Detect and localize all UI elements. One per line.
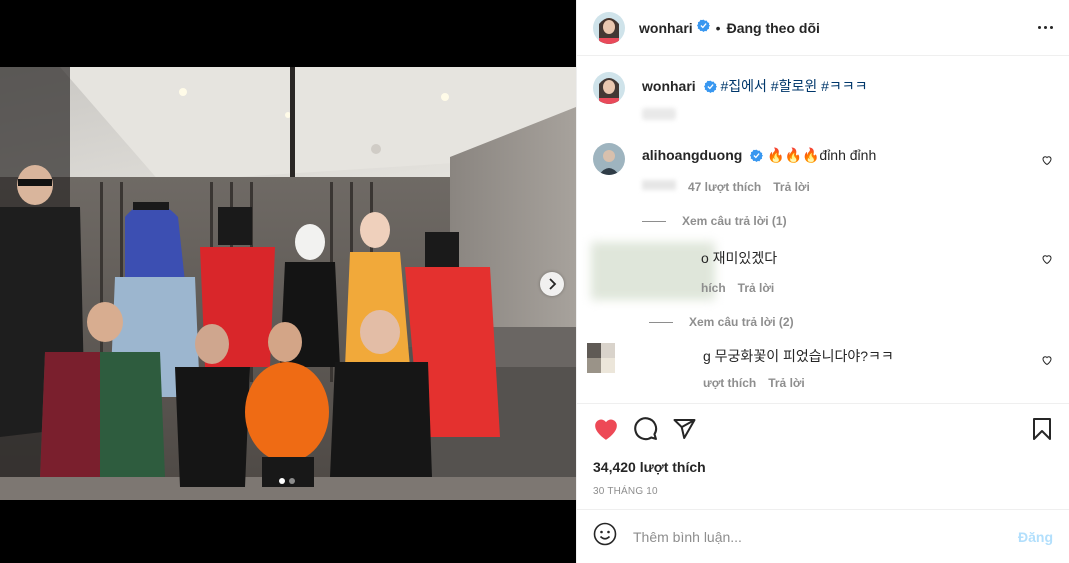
header-username[interactable]: wonhari — [639, 20, 693, 36]
avatar[interactable] — [593, 11, 625, 44]
view-replies-button[interactable]: Xem câu trả lời (2) — [649, 315, 794, 329]
comment-icon[interactable] — [633, 416, 658, 446]
comment-likes[interactable]: 47 lượt thích — [688, 180, 761, 194]
pixelated-avatar — [587, 343, 615, 373]
caption: wonhari #집에서 #할로윈 #ㅋㅋㅋ — [593, 72, 1053, 104]
comment-text: 🔥🔥🔥đỉnh đỉnh — [767, 147, 877, 163]
divider — [642, 220, 666, 222]
heart-icon[interactable] — [1041, 252, 1053, 270]
verified-badge-icon — [696, 19, 710, 37]
carousel-dot — [289, 478, 295, 484]
reply-button[interactable]: Trả lời — [738, 281, 775, 295]
add-comment-bar: Đăng — [577, 509, 1069, 563]
following-button[interactable]: Đang theo dõi — [727, 20, 820, 36]
caption-avatar[interactable] — [593, 72, 625, 104]
blurred-avatar — [591, 242, 715, 300]
post-header: wonhari • Đang theo dõi — [577, 0, 1069, 56]
caption-username[interactable]: wonhari — [642, 78, 696, 94]
view-replies-label: Xem câu trả lời (2) — [689, 315, 794, 329]
caption-blurred-text — [642, 108, 676, 120]
post-comment-button[interactable]: Đăng — [1018, 529, 1053, 545]
heart-filled-icon[interactable] — [593, 417, 619, 446]
comment-username[interactable]: alihoangduong — [642, 147, 742, 163]
hashtag-link[interactable]: #할로윈 — [771, 78, 817, 94]
chevron-right-icon[interactable] — [540, 272, 564, 296]
post-media[interactable] — [0, 0, 576, 563]
comment-item: alihoangduong 🔥🔥🔥đỉnh đỉnh 47 lượt thích… — [593, 143, 1053, 228]
paper-plane-icon[interactable] — [672, 417, 697, 446]
comment-avatar[interactable] — [593, 143, 625, 175]
bookmark-icon[interactable] — [1031, 417, 1053, 446]
header-separator: • — [715, 19, 721, 36]
likes-count[interactable]: 34,420 lượt thích — [593, 459, 1053, 475]
comment-likes-partial[interactable]: hích — [701, 281, 726, 295]
comment-likes-partial[interactable]: ượt thích — [703, 376, 756, 390]
comment-input[interactable] — [633, 528, 1018, 545]
carousel-indicator — [279, 478, 295, 484]
emoji-icon[interactable] — [593, 522, 617, 551]
reply-button[interactable]: Trả lời — [768, 376, 805, 390]
reply-button[interactable]: Trả lời — [773, 180, 810, 194]
comment-text: g 무궁화꽃이 피었습니다야?ㅋㅋ — [703, 348, 894, 364]
comments-section[interactable]: wonhari #집에서 #할로윈 #ㅋㅋㅋ alihoangduong 🔥🔥🔥… — [577, 56, 1069, 403]
comment-text: o 재미있겠다 — [701, 250, 778, 266]
more-horizontal-icon[interactable] — [1038, 20, 1053, 35]
blurred-timestamp — [642, 180, 676, 190]
verified-badge-icon — [750, 148, 764, 166]
post-actions: 34,420 lượt thích 30 THÁNG 10 — [577, 403, 1069, 509]
heart-icon[interactable] — [1041, 353, 1053, 371]
post-date[interactable]: 30 THÁNG 10 — [593, 486, 1053, 497]
view-replies-button[interactable]: Xem câu trả lời (1) — [642, 214, 876, 228]
hashtag-link[interactable]: #집에서 — [720, 78, 766, 94]
comment-item: g 무궁화꽃이 피었습니다야?ㅋㅋ ượt thích Trả lời — [587, 343, 1053, 390]
post-photo[interactable] — [0, 67, 576, 500]
post-panel: wonhari • Đang theo dõi wonhari #집에서 #할로… — [576, 0, 1069, 563]
verified-badge-icon — [703, 79, 717, 97]
comment-item: o 재미있겠다 hích Trả lời Xem câu trả lời (2) — [591, 242, 1053, 329]
heart-icon[interactable] — [1041, 153, 1053, 171]
carousel-dot-active — [279, 478, 285, 484]
hashtag-link[interactable]: #ㅋㅋㅋ — [821, 78, 867, 94]
divider — [649, 321, 673, 323]
view-replies-label: Xem câu trả lời (1) — [682, 214, 787, 228]
